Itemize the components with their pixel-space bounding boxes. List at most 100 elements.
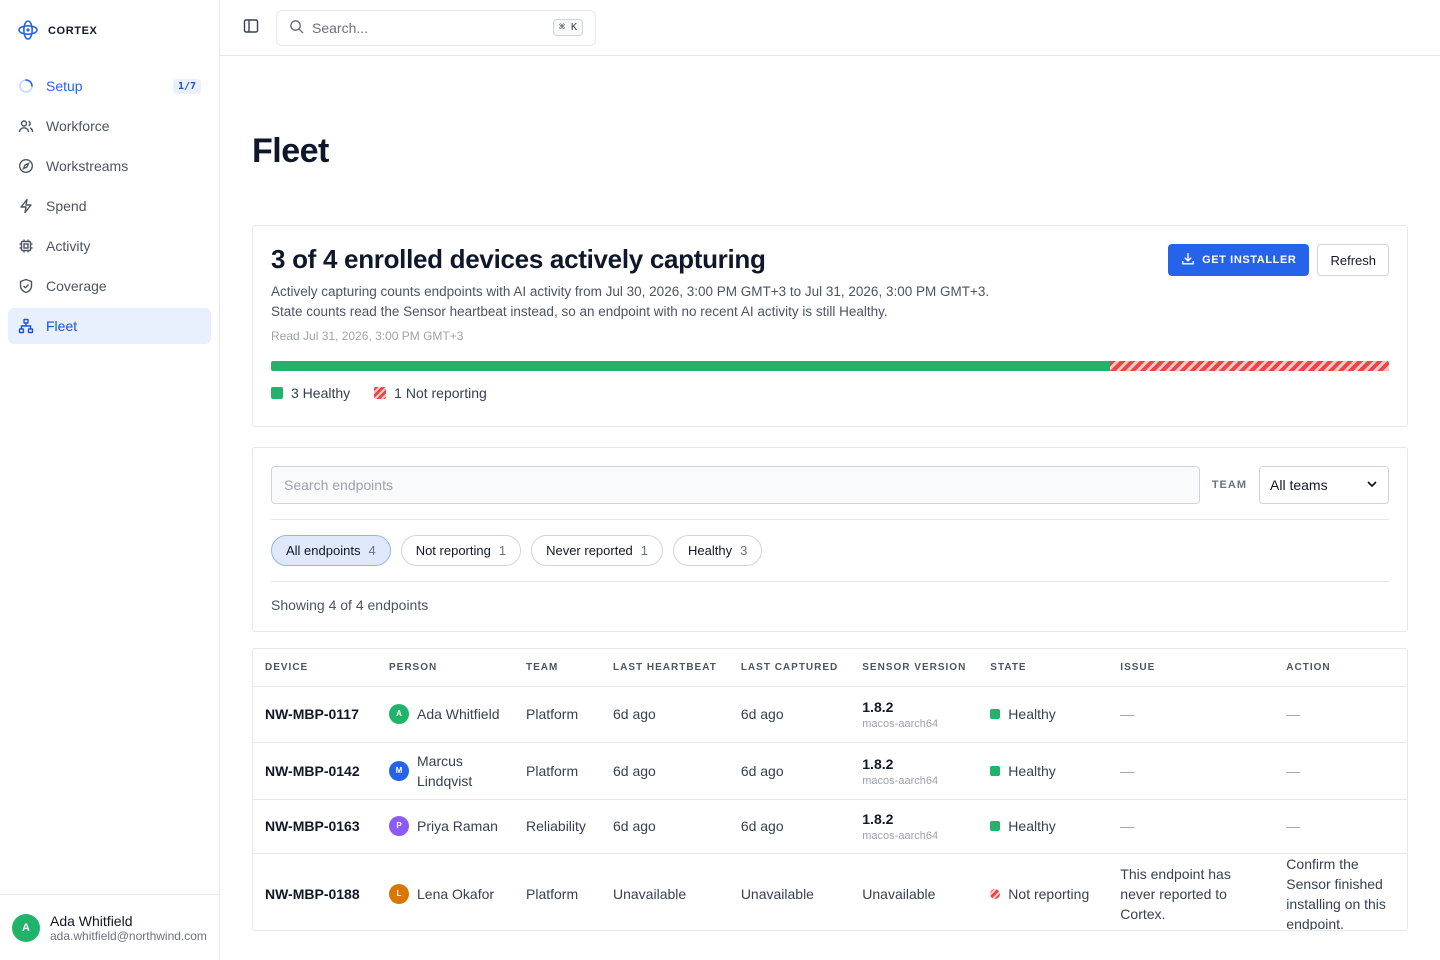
device-id[interactable]: NW-MBP-0163: [253, 799, 377, 854]
action-cell: —: [1274, 799, 1407, 854]
column-header-team[interactable]: TEAM: [514, 649, 601, 687]
sidebar-item-label: Setup: [46, 78, 83, 94]
device-id[interactable]: NW-MBP-0142: [253, 742, 377, 800]
cortex-logo-icon: [17, 19, 39, 44]
shield-icon: [18, 278, 34, 294]
person-name: Priya Raman: [417, 818, 498, 834]
device-id[interactable]: NW-MBP-0117: [253, 686, 377, 743]
get-installer-button[interactable]: GET INSTALLER: [1168, 244, 1310, 276]
summary-description-line-2: State counts read the Sensor heartbeat i…: [271, 304, 888, 319]
sidebar-item-fleet[interactable]: Fleet: [8, 308, 211, 344]
sidebar-toggle-button[interactable]: [240, 17, 262, 39]
chip-all-endpoints[interactable]: All endpoints 4: [271, 535, 391, 566]
sidebar-item-workforce[interactable]: Workforce: [8, 108, 211, 144]
brand[interactable]: CORTEX: [0, 0, 219, 62]
showing-count: Showing 4 of 4 endpoints: [271, 581, 1389, 613]
sidebar-item-setup[interactable]: Setup 1/7: [8, 68, 211, 104]
search-icon: [289, 19, 304, 37]
sidebar-item-workstreams[interactable]: Workstreams: [8, 148, 211, 184]
sidebar-item-spend[interactable]: Spend: [8, 188, 211, 224]
team-filter-label: TEAM: [1211, 479, 1247, 491]
column-header-state[interactable]: STATE: [978, 649, 1109, 687]
sidebar: CORTEX Setup 1/7 Workforce Workstreams S…: [0, 0, 220, 960]
column-header-device[interactable]: DEVICE: [253, 649, 377, 687]
table-row[interactable]: NW-MBP-0188 L Lena Okafor Platform Unava…: [253, 853, 1407, 931]
state-legend: 3 Healthy 1 Not reporting: [271, 385, 1389, 401]
sidebar-item-label: Spend: [46, 198, 87, 214]
state-cell: Healthy: [978, 742, 1109, 800]
chip-label: All endpoints: [286, 543, 361, 558]
state-label: Healthy: [1008, 818, 1056, 834]
lightning-icon: [18, 198, 34, 214]
network-icon: [18, 318, 34, 334]
last-heartbeat-cell: Unavailable: [613, 885, 687, 902]
sensor-version-cell: 1.8.2 macos-aarch64: [850, 686, 979, 743]
state-cell: Healthy: [978, 686, 1109, 743]
team-cell: Platform: [514, 686, 601, 743]
search-input[interactable]: Search... ⌘ K: [276, 9, 596, 46]
legend-not-reporting: 1 Not reporting: [374, 385, 487, 401]
chip-not-reporting[interactable]: Not reporting 1: [400, 535, 522, 566]
refresh-button[interactable]: Refresh: [1317, 244, 1389, 276]
state-label: Not reporting: [1008, 885, 1090, 902]
column-header-last-captured[interactable]: LAST CAPTURED: [728, 649, 851, 687]
person-name: Ada Whitfield: [417, 706, 500, 722]
healthy-swatch: [271, 387, 283, 399]
user-profile[interactable]: A Ada Whitfield ada.whitfield@northwind.…: [0, 894, 219, 960]
table-row[interactable]: NW-MBP-0142 M Marcus Lindqvist Platform …: [253, 742, 1407, 800]
sidebar-item-label: Coverage: [46, 278, 107, 294]
chip-never-reported[interactable]: Never reported 1: [531, 535, 664, 566]
last-heartbeat-cell: 6d ago: [601, 799, 729, 854]
chip-healthy[interactable]: Healthy 3: [673, 535, 763, 566]
chip-label: Healthy: [688, 543, 733, 558]
sensor-platform: macos-aarch64: [862, 718, 939, 730]
download-icon: [1181, 252, 1195, 269]
column-header-action[interactable]: ACTION: [1274, 649, 1407, 687]
table-row[interactable]: NW-MBP-0117 A Ada Whitfield Platform 6d …: [253, 686, 1407, 743]
state-cell: Not reporting: [978, 853, 1108, 930]
sidebar-item-activity[interactable]: Activity: [8, 228, 211, 264]
brand-name: CORTEX: [48, 25, 98, 37]
endpoint-search-input[interactable]: [271, 466, 1200, 504]
sensor-version-cell: 1.8.2 macos-aarch64: [850, 799, 979, 854]
sidebar-item-label: Activity: [46, 238, 91, 254]
device-id[interactable]: NW-MBP-0188: [253, 853, 377, 930]
page-title: Fleet: [252, 132, 329, 170]
state-distribution-bar: [271, 361, 1389, 371]
capture-summary-card: 3 of 4 enrolled devices actively capturi…: [252, 225, 1408, 427]
state-indicator: [990, 765, 1001, 776]
sensor-version: 1.8.2: [862, 755, 894, 772]
sidebar-item-label: Fleet: [46, 318, 78, 334]
summary-title: 3 of 4 enrolled devices actively capturi…: [271, 244, 766, 274]
team-select[interactable]: All teams: [1259, 466, 1389, 504]
sensor-platform: macos-aarch64: [862, 830, 939, 842]
avatar: A: [12, 913, 40, 942]
get-installer-label: GET INSTALLER: [1202, 254, 1297, 266]
chip-label: Never reported: [546, 543, 633, 558]
person-cell: A Ada Whitfield: [377, 686, 514, 743]
summary-description: Actively capturing counts endpoints with…: [271, 282, 1389, 322]
read-timestamp: Read Jul 31, 2026, 3:00 PM GMT+3: [271, 329, 464, 343]
sensor-version-cell: 1.8.2 macos-aarch64: [850, 742, 979, 800]
column-header-last-heartbeat[interactable]: LAST HEARTBEAT: [601, 649, 729, 687]
column-header-issue[interactable]: ISSUE: [1108, 649, 1275, 687]
column-header-sensor-version[interactable]: SENSOR VERSION: [850, 649, 979, 687]
last-heartbeat-cell: 6d ago: [601, 686, 729, 743]
user-email: ada.whitfield@northwind.com: [50, 928, 207, 943]
user-name: Ada Whitfield: [50, 912, 133, 929]
issue-cell: —: [1108, 686, 1275, 743]
person-cell: L Lena Okafor: [377, 853, 514, 930]
chip-count: 1: [640, 543, 649, 558]
sidebar-item-label: Workforce: [46, 118, 110, 134]
state-cell: Healthy: [978, 799, 1109, 854]
column-header-person[interactable]: PERSON: [377, 649, 514, 687]
search-placeholder: Search...: [312, 19, 369, 36]
table-row[interactable]: NW-MBP-0163 P Priya Raman Reliability 6d…: [253, 799, 1407, 854]
chip-label: Not reporting: [415, 543, 491, 558]
legend-not-reporting-label: 1 Not reporting: [394, 385, 487, 401]
topbar: Search... ⌘ K: [220, 0, 1440, 56]
chevron-down-icon: [1366, 477, 1378, 493]
not-reporting-swatch: [374, 387, 387, 399]
sidebar-item-coverage[interactable]: Coverage: [8, 268, 211, 304]
search-shortcut-badge: ⌘ K: [552, 19, 583, 36]
